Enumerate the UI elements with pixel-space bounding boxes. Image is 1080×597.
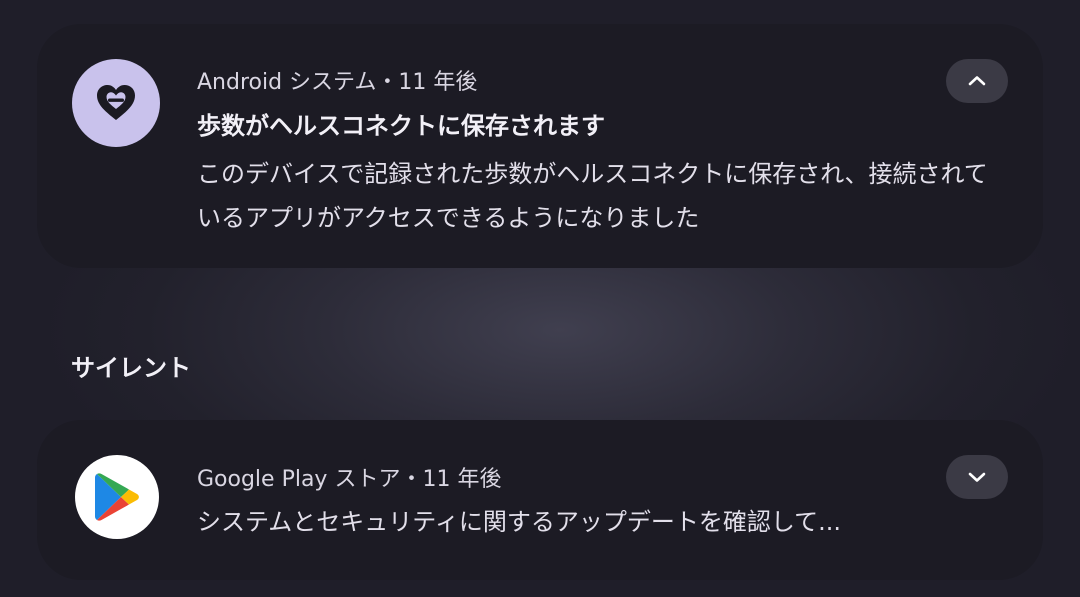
notification-meta: Android システム・11 年後	[197, 64, 477, 96]
meta-separator: ・	[400, 467, 423, 492]
chevron-down-icon	[968, 472, 986, 482]
notification-time: 11 年後	[422, 467, 502, 492]
notification-body: このデバイスで記録された歩数がヘルスコネクトに保存され、接続されているアプリがア…	[197, 160, 988, 232]
section-title-silent: サイレント	[71, 354, 191, 382]
notification-card-android-system[interactable]: Android システム・11 年後 歩数がヘルスコネクトに保存されます このデ…	[37, 24, 1043, 268]
health-connect-icon	[72, 59, 160, 147]
notification-card-google-play[interactable]: Google Play ストア・11 年後 システムとセキュリティに関するアップ…	[37, 420, 1043, 580]
notification-meta: Google Play ストア・11 年後	[197, 461, 501, 493]
app-name: Android システム	[197, 70, 377, 95]
meta-separator: ・	[376, 70, 399, 95]
google-play-icon	[75, 455, 159, 539]
notification-title: 歩数がヘルスコネクトに保存されます	[197, 112, 605, 140]
expand-button[interactable]	[946, 455, 1008, 499]
app-name: Google Play ストア	[197, 467, 401, 492]
collapse-button[interactable]	[946, 59, 1008, 103]
notification-time: 11 年後	[398, 70, 478, 95]
chevron-up-icon	[968, 76, 986, 86]
notification-preview-text: システムとセキュリティに関するアップデートを確認して...	[197, 508, 842, 536]
